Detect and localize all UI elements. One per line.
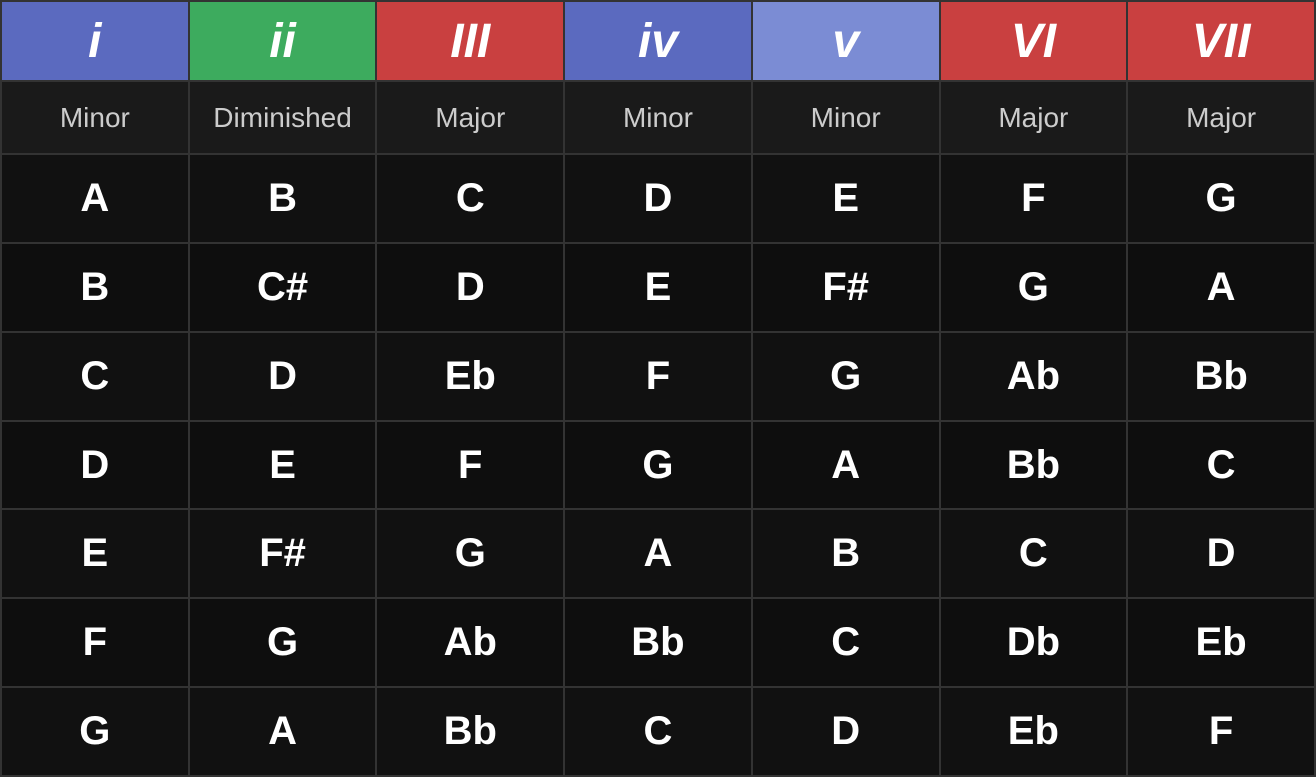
- cell-3-0: D: [1, 421, 189, 510]
- cell-2-5: Ab: [940, 332, 1128, 421]
- cell-6-5: Eb: [940, 687, 1128, 776]
- cell-3-2: F: [376, 421, 564, 510]
- quality-col-5: Major: [940, 81, 1128, 154]
- cell-0-0: A: [1, 154, 189, 243]
- cell-0-4: E: [752, 154, 940, 243]
- scale-degrees-table: iiiIIIivvVIVII MinorDiminishedMajorMinor…: [0, 0, 1316, 777]
- cell-1-2: D: [376, 243, 564, 332]
- cell-4-5: C: [940, 509, 1128, 598]
- header-col-6: VII: [1127, 1, 1315, 81]
- data-row-4: EF#GABCD: [1, 509, 1315, 598]
- cell-1-5: G: [940, 243, 1128, 332]
- cell-3-4: A: [752, 421, 940, 510]
- cell-3-1: E: [189, 421, 377, 510]
- cell-3-3: G: [564, 421, 752, 510]
- cell-4-1: F#: [189, 509, 377, 598]
- cell-5-1: G: [189, 598, 377, 687]
- cell-5-5: Db: [940, 598, 1128, 687]
- cell-6-3: C: [564, 687, 752, 776]
- quality-row: MinorDiminishedMajorMinorMinorMajorMajor: [1, 81, 1315, 154]
- cell-5-6: Eb: [1127, 598, 1315, 687]
- header-col-1: ii: [189, 1, 377, 81]
- main-container: iiiIIIivvVIVII MinorDiminishedMajorMinor…: [0, 0, 1316, 777]
- cell-3-5: Bb: [940, 421, 1128, 510]
- quality-col-1: Diminished: [189, 81, 377, 154]
- quality-col-0: Minor: [1, 81, 189, 154]
- data-row-3: DEFGABbC: [1, 421, 1315, 510]
- header-col-0: i: [1, 1, 189, 81]
- data-row-2: CDEbFGAbBb: [1, 332, 1315, 421]
- quality-col-3: Minor: [564, 81, 752, 154]
- quality-col-2: Major: [376, 81, 564, 154]
- data-row-1: BC#DEF#GA: [1, 243, 1315, 332]
- cell-6-1: A: [189, 687, 377, 776]
- data-row-0: ABCDEFG: [1, 154, 1315, 243]
- cell-6-4: D: [752, 687, 940, 776]
- cell-3-6: C: [1127, 421, 1315, 510]
- cell-2-6: Bb: [1127, 332, 1315, 421]
- header-col-4: v: [752, 1, 940, 81]
- header-col-5: VI: [940, 1, 1128, 81]
- cell-4-6: D: [1127, 509, 1315, 598]
- cell-2-0: C: [1, 332, 189, 421]
- header-col-2: III: [376, 1, 564, 81]
- cell-6-6: F: [1127, 687, 1315, 776]
- data-row-6: GABbCDEbF: [1, 687, 1315, 776]
- cell-0-5: F: [940, 154, 1128, 243]
- cell-5-0: F: [1, 598, 189, 687]
- cell-4-4: B: [752, 509, 940, 598]
- cell-1-1: C#: [189, 243, 377, 332]
- cell-4-2: G: [376, 509, 564, 598]
- cell-2-2: Eb: [376, 332, 564, 421]
- cell-6-0: G: [1, 687, 189, 776]
- cell-2-3: F: [564, 332, 752, 421]
- cell-6-2: Bb: [376, 687, 564, 776]
- cell-0-2: C: [376, 154, 564, 243]
- cell-1-4: F#: [752, 243, 940, 332]
- cell-0-6: G: [1127, 154, 1315, 243]
- cell-4-0: E: [1, 509, 189, 598]
- cell-0-3: D: [564, 154, 752, 243]
- cell-2-4: G: [752, 332, 940, 421]
- cell-2-1: D: [189, 332, 377, 421]
- cell-1-0: B: [1, 243, 189, 332]
- cell-5-3: Bb: [564, 598, 752, 687]
- cell-1-6: A: [1127, 243, 1315, 332]
- quality-col-4: Minor: [752, 81, 940, 154]
- cell-4-3: A: [564, 509, 752, 598]
- header-row: iiiIIIivvVIVII: [1, 1, 1315, 81]
- cell-5-4: C: [752, 598, 940, 687]
- header-col-3: iv: [564, 1, 752, 81]
- quality-col-6: Major: [1127, 81, 1315, 154]
- data-row-5: FGAbBbCDbEb: [1, 598, 1315, 687]
- cell-1-3: E: [564, 243, 752, 332]
- cell-5-2: Ab: [376, 598, 564, 687]
- cell-0-1: B: [189, 154, 377, 243]
